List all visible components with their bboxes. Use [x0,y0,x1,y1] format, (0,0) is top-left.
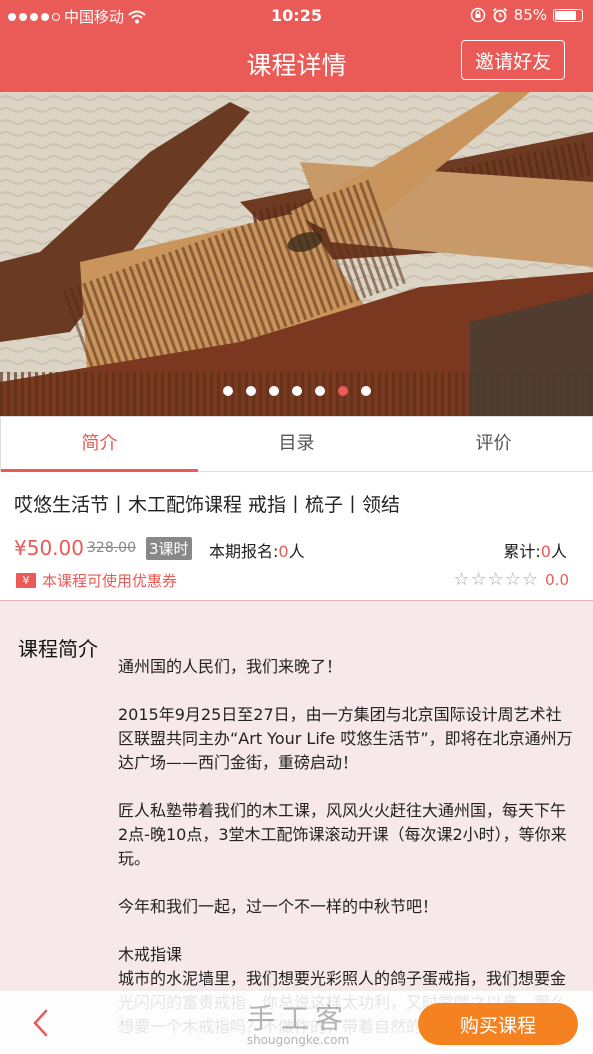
carousel-dot[interactable] [314,386,325,396]
tab-intro[interactable]: 简介 [1,417,198,472]
rotation-lock-icon [470,7,485,23]
watermark-logo: 手工客 [246,1002,349,1035]
banner-image [0,92,593,416]
intro-paragraph: 今年和我们一起，过一个不一样的中秋节吧！ [118,897,439,916]
coupon-text: 本课程可使用优惠券 [42,572,178,590]
status-bar: 中国移动 10:25 85% [0,0,593,32]
carousel-pager[interactable] [0,386,593,396]
bottom-bar: 手工客 shougongke.com 购买课程 [0,990,593,1054]
tab-catalog[interactable]: 目录 [198,417,395,471]
carousel-dot[interactable] [360,386,371,396]
intro-paragraph: 通州国的人民们，我们来晚了！ [118,657,343,676]
coupon-icon: ¥ [16,573,36,588]
current-price: ¥50.00 [14,536,84,560]
banner-carousel[interactable] [0,92,593,416]
intro-paragraph: 匠人私塾带着我们的木工课，风风火火赶往大通州国，每天下午2点-晚10点，3堂木工… [118,801,567,868]
status-right-group: 85% [470,6,583,24]
buy-course-button[interactable]: 购买课程 [418,1003,578,1045]
carousel-dot[interactable] [268,386,279,396]
intro-paragraph: 2015年9月25日至27日，由一方集团与北京国际设计周艺术社区联盟共同主办“A… [118,705,573,772]
tab-reviews[interactable]: 评价 [395,417,592,471]
price-row: ¥50.00 328.00 3课时 本期报名:0人 累计:0人 [14,536,579,562]
carousel-dot[interactable] [245,386,256,396]
course-title: 哎悠生活节丨木工配饰课程 戒指丨梳子丨领结 [14,494,401,516]
total-number: 0 [540,542,551,561]
back-arrow-icon[interactable] [26,1005,56,1041]
carousel-dot[interactable] [222,386,233,396]
total-label: 累计: [503,542,541,561]
watermark-url: shougongke.com [246,1033,350,1047]
hours-badge: 3课时 [146,537,192,560]
total-unit: 人 [550,542,567,561]
course-tabs: 简介 目录 评价 [0,416,593,472]
original-price: 328.00 [87,540,136,556]
enroll-number: 0 [278,542,289,561]
intro-section: 课程简介 通州国的人民们，我们来晚了！ 2015年9月25日至27日，由一方集团… [0,601,593,1054]
carousel-dot[interactable] [291,386,302,396]
total-count: 累计:0人 [503,538,567,562]
carousel-dot[interactable] [337,386,348,396]
watermark: 手工客 shougongke.com [228,997,368,1047]
intro-heading: 课程简介 [18,637,98,661]
invite-friends-button[interactable]: 邀请好友 [461,40,565,80]
battery-percent: 85% [513,6,547,24]
enroll-count: 本期报名:0人 [209,538,305,562]
nav-bar: 课程详情 邀请好友 [0,32,593,92]
rating-stars-icon: ☆☆☆☆☆ [453,569,539,590]
battery-icon [553,8,583,22]
enroll-label: 本期报名: [209,542,279,561]
rating-score: 0.0 [545,571,569,589]
enroll-unit: 人 [288,542,305,561]
alarm-icon [492,7,507,23]
coupon-row: ¥ 本课程可使用优惠券 ☆☆☆☆☆ 0.0 [14,569,579,592]
